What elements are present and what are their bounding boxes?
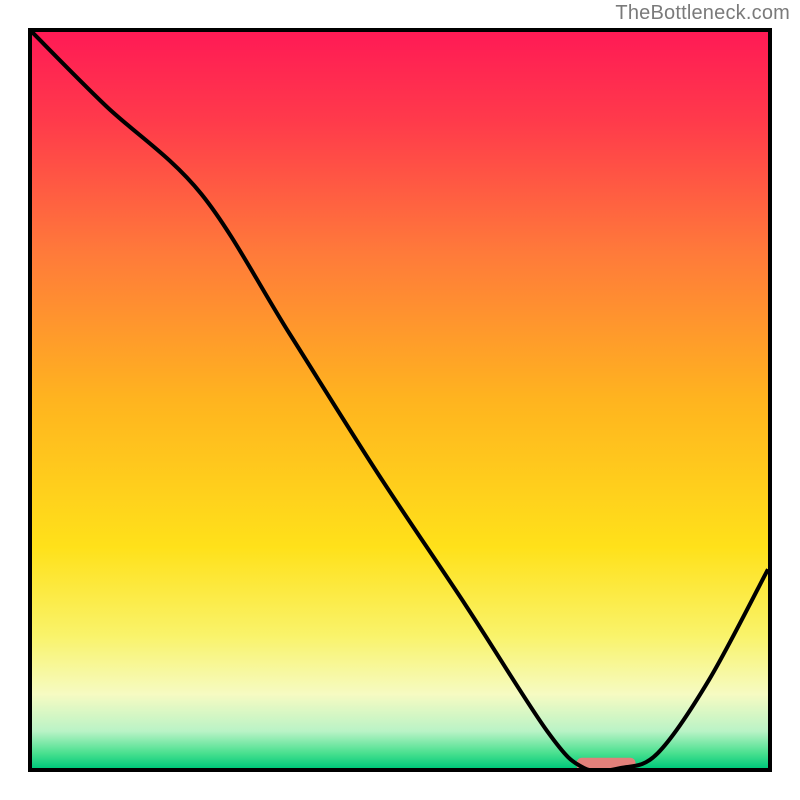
bottleneck-curve	[32, 32, 768, 768]
chart-root: TheBottleneck.com	[0, 0, 800, 800]
chart-overlay	[32, 32, 768, 768]
attribution-label: TheBottleneck.com	[615, 2, 790, 25]
plot-area	[28, 28, 772, 772]
